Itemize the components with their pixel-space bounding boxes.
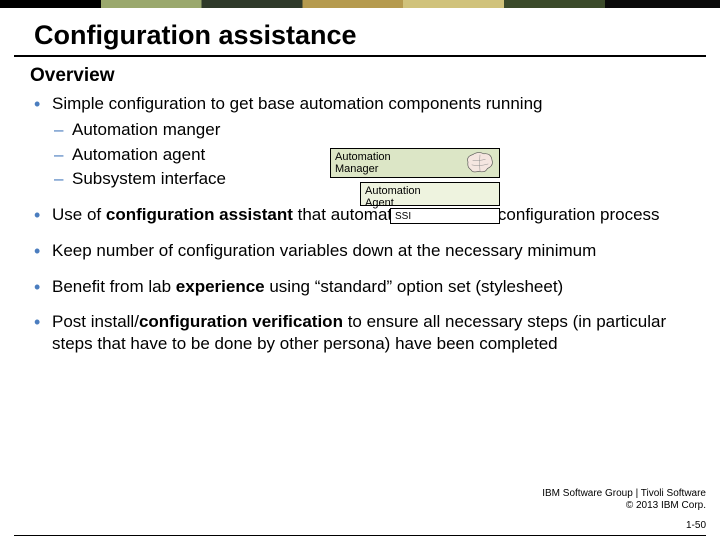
bullet-text-bold: configuration verification [139, 312, 343, 331]
page-number: 1-50 [542, 520, 706, 532]
sub-text: Automation agent [72, 145, 205, 164]
sub-item: Automation manger [52, 119, 690, 141]
diagram-label: Automation Manager [335, 151, 391, 175]
bullet-text-pre: Post install/ [52, 312, 139, 331]
bullet-text-bold: experience [176, 277, 265, 296]
bullet-text-bold: configuration assistant [106, 205, 293, 224]
diagram-box-agent: Automation Agent [360, 182, 500, 206]
subtitle: Overview [0, 63, 720, 93]
footer-rule [14, 535, 706, 536]
slide: Configuration assistance Overview Simple… [0, 0, 720, 540]
diagram-label: SSI [395, 211, 411, 222]
banner-stripe [0, 0, 720, 8]
bullet-text-pre: Use of [52, 205, 106, 224]
diagram: Automation Manager Automation Agent SSI [330, 148, 560, 238]
bullet-text: Keep number of configuration variables d… [52, 241, 596, 260]
bullet-item: Post install/configuration verification … [30, 311, 690, 355]
diagram-box-manager: Automation Manager [330, 148, 500, 178]
bullet-text-post: using “standard” option set (stylesheet) [265, 277, 564, 296]
page-title: Configuration assistance [14, 8, 706, 57]
footer-org: IBM Software Group | Tivoli Software [542, 488, 706, 500]
footer-copyright: © 2013 IBM Corp. [542, 500, 706, 512]
footer: IBM Software Group | Tivoli Software © 2… [542, 488, 706, 532]
sub-text: Subsystem interface [72, 169, 226, 188]
bullet-text: Simple configuration to get base automat… [52, 94, 542, 113]
bullet-item: Benefit from lab experience using “stand… [30, 276, 690, 298]
bullet-text-pre: Benefit from lab [52, 277, 176, 296]
bullet-item: Keep number of configuration variables d… [30, 240, 690, 262]
brain-icon [465, 151, 495, 175]
diagram-label: Automation Agent [365, 185, 421, 209]
sub-text: Automation manger [72, 120, 220, 139]
diagram-box-ssi: SSI [390, 208, 500, 224]
